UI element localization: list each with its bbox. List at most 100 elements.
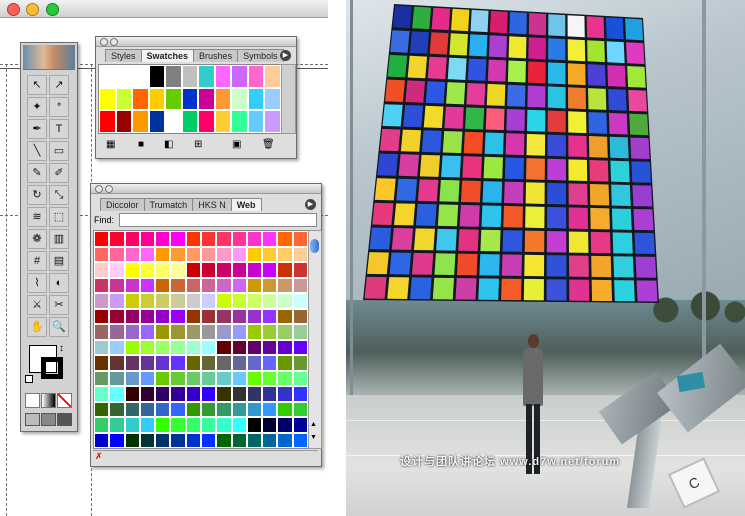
screen-mode-menu-button[interactable] [41, 413, 56, 426]
web-color-swatch[interactable] [201, 356, 216, 370]
web-color-swatch[interactable] [186, 294, 200, 308]
web-color-swatch[interactable] [247, 356, 262, 370]
swatches-panel-swatch[interactable] [248, 111, 264, 132]
web-color-swatch[interactable] [156, 387, 170, 401]
web-color-swatch[interactable] [125, 371, 139, 385]
web-color-swatch[interactable] [95, 340, 109, 354]
web-color-swatch[interactable] [171, 325, 185, 339]
swatches-panel-swatch[interactable] [133, 66, 148, 87]
web-color-swatch[interactable] [232, 232, 246, 246]
web-color-swatch[interactable] [293, 247, 307, 261]
web-color-swatch[interactable] [278, 325, 292, 339]
web-color-swatch[interactable] [293, 325, 307, 339]
web-color-swatch[interactable] [110, 356, 124, 370]
web-color-swatch[interactable] [171, 433, 185, 447]
web-color-swatch[interactable] [171, 247, 185, 261]
free-transform-tool-icon[interactable]: ⬚ [49, 207, 69, 227]
web-color-swatch[interactable] [110, 433, 124, 447]
web-color-swatch[interactable] [186, 263, 200, 277]
web-color-swatch[interactable] [156, 371, 170, 385]
eyedropper-tool-icon[interactable]: ⌇ [27, 273, 47, 293]
swatches-panel-swatch[interactable] [182, 88, 198, 110]
web-color-swatch[interactable] [186, 247, 200, 261]
web-color-swatch[interactable] [140, 402, 155, 416]
web-color-swatch[interactable] [156, 309, 170, 323]
warp-tool-icon[interactable]: ≋ [27, 207, 47, 227]
swatches-panel-swatch[interactable] [199, 111, 214, 132]
web-color-swatch[interactable] [156, 402, 170, 416]
web-color-swatch[interactable] [171, 294, 185, 308]
web-color-swatch[interactable] [110, 294, 124, 308]
web-color-swatch[interactable] [247, 263, 262, 277]
scale-tool-icon[interactable]: ⤡ [49, 185, 69, 205]
swatches-panel-swatch[interactable] [232, 88, 247, 110]
web-color-swatch[interactable] [125, 278, 139, 292]
swatches-panel-swatch[interactable] [116, 66, 132, 87]
web-color-swatch[interactable] [140, 418, 155, 432]
web-color-swatch[interactable] [217, 387, 231, 401]
web-color-swatch[interactable] [95, 294, 109, 308]
web-color-swatch[interactable] [171, 232, 185, 246]
panel-close-icon[interactable] [100, 38, 108, 46]
panel-collapse-icon[interactable] [110, 38, 118, 46]
minimize-button[interactable] [26, 3, 39, 16]
swatches-panel-swatch[interactable] [133, 111, 148, 132]
none-swatch-icon[interactable]: ✗ [95, 451, 103, 462]
web-color-swatch[interactable] [95, 371, 109, 385]
swatches-panel-swatch[interactable] [166, 88, 181, 110]
web-color-swatch[interactable] [293, 263, 307, 277]
web-color-swatch[interactable] [156, 278, 170, 292]
web-color-swatch[interactable] [156, 247, 170, 261]
web-color-swatch[interactable] [247, 387, 262, 401]
web-color-swatch[interactable] [201, 309, 216, 323]
web-color-swatch[interactable] [263, 356, 277, 370]
web-color-swatch[interactable] [125, 387, 139, 401]
swatches-panel-swatch[interactable] [116, 111, 132, 132]
library-scrollbar[interactable]: ▲ ▼ [308, 230, 322, 449]
web-color-swatch[interactable] [140, 433, 155, 447]
web-color-swatch[interactable] [140, 294, 155, 308]
web-color-swatch[interactable] [217, 247, 231, 261]
web-color-swatch[interactable] [156, 356, 170, 370]
blend-tool-icon[interactable]: ◐ [49, 273, 69, 293]
swatches-panel-swatch[interactable] [133, 88, 148, 110]
panel-menu-arrow-icon[interactable]: ▶ [280, 50, 291, 61]
web-color-swatch[interactable] [110, 340, 124, 354]
web-color-swatch[interactable] [95, 402, 109, 416]
web-color-swatch[interactable] [140, 387, 155, 401]
web-color-swatch[interactable] [95, 232, 109, 246]
web-color-swatch[interactable] [140, 278, 155, 292]
selection-arrow-tool-icon[interactable]: ↖ [27, 75, 47, 95]
delete-swatch-icon[interactable]: 🗑 [262, 139, 275, 150]
web-color-swatch[interactable] [186, 371, 200, 385]
web-color-swatch[interactable] [247, 294, 262, 308]
default-colors-icon[interactable] [25, 375, 33, 383]
web-color-swatch[interactable] [278, 263, 292, 277]
web-color-swatch[interactable] [110, 278, 124, 292]
web-color-swatch[interactable] [171, 278, 185, 292]
tab-library-diccolor[interactable]: Diccolor [100, 198, 145, 211]
web-color-swatch[interactable] [263, 309, 277, 323]
web-color-swatch[interactable] [201, 402, 216, 416]
web-color-swatch[interactable] [140, 309, 155, 323]
web-color-swatch[interactable] [171, 402, 185, 416]
web-color-swatch[interactable] [125, 418, 139, 432]
web-color-swatch[interactable] [95, 418, 109, 432]
tab-library-trumatch[interactable]: Trumatch [143, 198, 194, 211]
web-color-swatch[interactable] [125, 247, 139, 261]
web-color-swatch[interactable] [247, 418, 262, 432]
web-color-swatch[interactable] [293, 294, 307, 308]
color-mode-button[interactable] [25, 393, 40, 408]
web-color-swatch[interactable] [263, 418, 277, 432]
web-color-swatch[interactable] [232, 387, 246, 401]
web-color-swatch[interactable] [125, 263, 139, 277]
gradient-tool-icon[interactable]: ▤ [49, 251, 69, 271]
web-color-swatch[interactable] [263, 433, 277, 447]
swatches-panel-swatch[interactable] [149, 88, 165, 110]
pencil-tool-icon[interactable]: ✐ [49, 163, 69, 183]
direct-select-arrow-tool-icon[interactable]: ↗ [49, 75, 69, 95]
paintbrush-tool-icon[interactable]: ✎ [27, 163, 47, 183]
type-tool-icon[interactable]: T [49, 119, 69, 139]
web-color-swatch[interactable] [263, 263, 277, 277]
web-color-swatch[interactable] [293, 340, 307, 354]
